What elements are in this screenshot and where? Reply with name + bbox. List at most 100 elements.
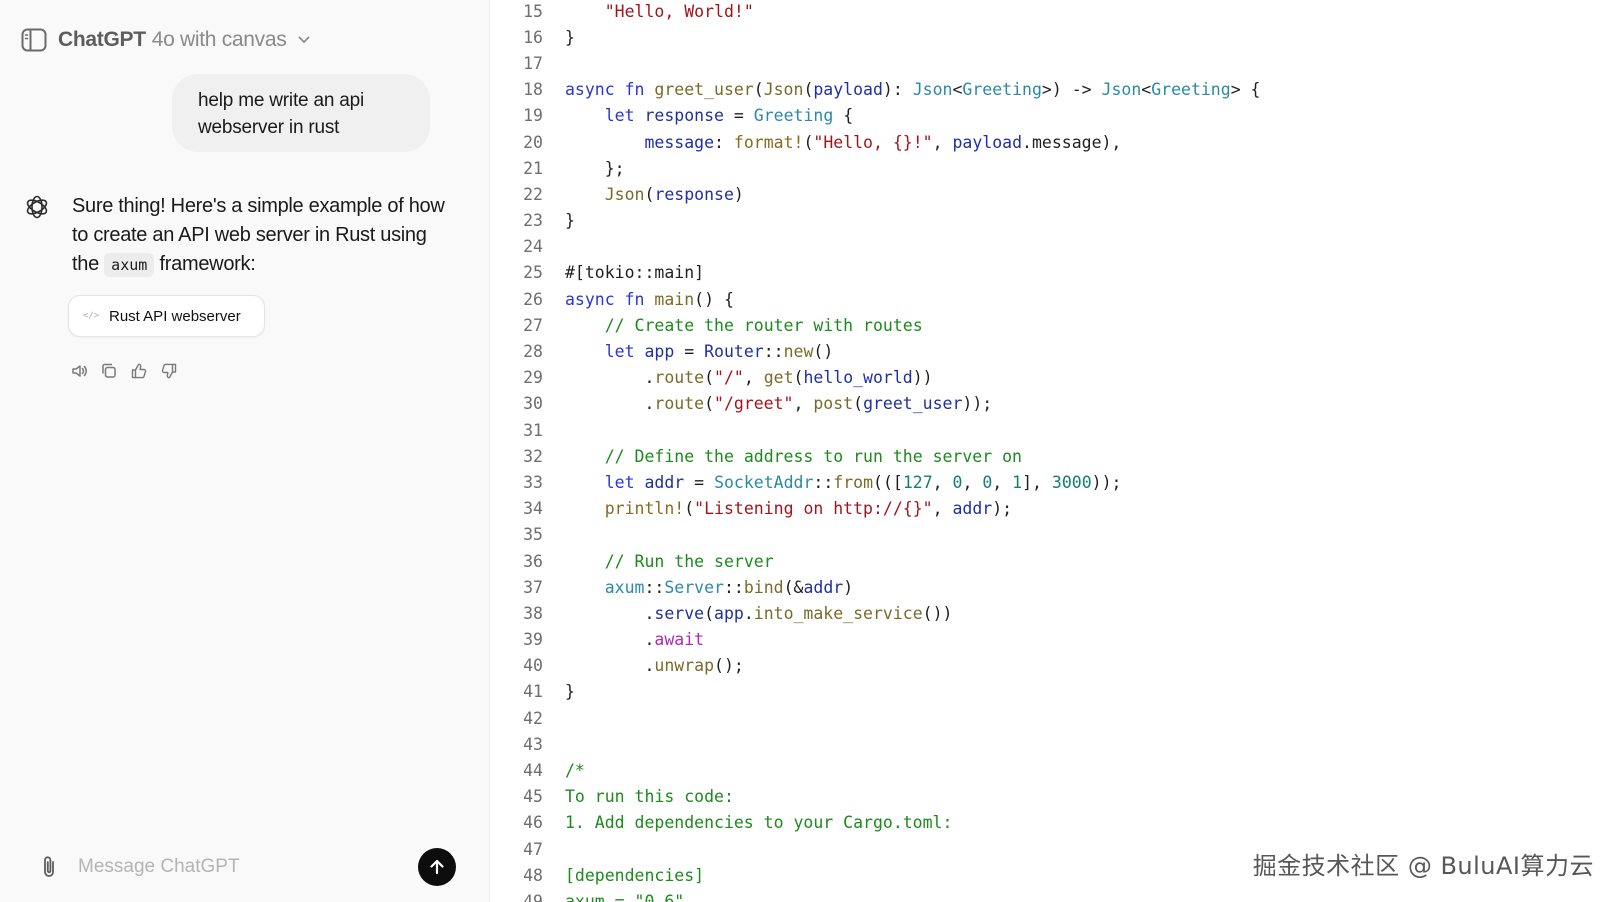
code-token: )	[733, 184, 744, 204]
read-aloud-button[interactable]	[70, 362, 88, 380]
code-text: }	[565, 682, 575, 701]
code-token: Json	[1101, 80, 1142, 100]
code-token: ))	[912, 368, 933, 388]
thumbs-up-button[interactable]	[130, 362, 148, 380]
code-token: hello_world	[803, 368, 913, 388]
code-text: .route("/", get(hello_world))	[565, 368, 933, 388]
code-text: [dependencies]	[565, 866, 704, 885]
code-token: .message),	[1022, 132, 1122, 152]
code-token: ())	[922, 603, 953, 623]
code-token: #[tokio::main]	[565, 263, 705, 283]
assistant-text-after: framework:	[154, 253, 256, 275]
code-token: =	[674, 342, 705, 362]
code-token: Json	[604, 184, 645, 204]
code-token: (([	[873, 472, 903, 492]
code-token: payload	[952, 132, 1023, 152]
code-token: app	[644, 342, 675, 362]
code-token: Json	[763, 80, 804, 100]
code-token: await	[654, 630, 705, 650]
code-canvas[interactable]: 15 "Hello, World!" 16} 17 18 async fn greet_…	[491, 0, 1612, 902]
code-token: ));	[962, 394, 993, 414]
code-token: ):	[882, 80, 913, 100]
code-line: 41}	[491, 679, 1612, 705]
code-token: from	[833, 472, 874, 492]
code-token: "Listening on http://{}"	[694, 499, 933, 519]
code-token: // Define the address to run the server …	[604, 446, 1022, 466]
attach-button[interactable]	[36, 854, 62, 880]
code-token: 1	[1012, 472, 1023, 492]
code-token: post	[813, 394, 854, 414]
code-text: // Create the router with routes	[565, 316, 923, 335]
code-token: 0	[982, 472, 993, 492]
code-line: 36 // Run the server	[491, 548, 1612, 574]
send-button[interactable]	[418, 848, 456, 886]
code-text: .serve(app.into_make_service())	[565, 604, 952, 623]
code-token: bind	[743, 577, 784, 597]
code-token: app	[714, 603, 744, 623]
code-token: response	[644, 106, 724, 126]
code-token: (	[803, 80, 814, 100]
code-text: // Run the server	[565, 552, 774, 571]
code-token: 127	[902, 472, 933, 492]
code-token: ::	[644, 577, 665, 597]
line-number: 42	[523, 708, 543, 728]
code-token: .	[565, 630, 655, 650]
code-line: 15 "Hello, World!"	[491, 0, 1612, 24]
line-number: 38	[523, 603, 543, 623]
sidebar-icon	[21, 28, 47, 52]
thumbs-down-button[interactable]	[160, 362, 178, 380]
model-selector[interactable]: ChatGPT 4o with canvas	[58, 28, 310, 52]
code-icon: </>	[83, 311, 100, 321]
code-token: > {	[1230, 80, 1261, 100]
code-token: addr	[644, 472, 685, 492]
line-number: 47	[523, 839, 543, 859]
copy-button[interactable]	[100, 362, 118, 380]
line-number: 22	[523, 184, 543, 204]
line-number: 45	[523, 787, 543, 807]
line-number: 31	[523, 420, 543, 440]
code-text: #[tokio::main]	[565, 263, 704, 282]
line-number: 23	[523, 211, 543, 231]
paperclip-icon	[44, 856, 54, 877]
line-number: 20	[523, 132, 543, 152]
code-token: let	[604, 342, 645, 362]
message-composer	[20, 836, 460, 898]
sidebar-toggle-button[interactable]	[20, 26, 48, 54]
code-token: <	[1141, 80, 1152, 100]
line-number: 30	[523, 394, 543, 414]
code-token: "Hello, World!"	[604, 1, 754, 21]
line-number: 24	[523, 237, 543, 257]
message-input[interactable]	[78, 856, 388, 878]
canvas-document-chip[interactable]: </> Rust API webserver	[68, 295, 265, 337]
code-token: (	[644, 184, 655, 204]
code-text: let addr = SocketAddr::from(([127, 0, 0,…	[565, 472, 1122, 492]
code-token: (	[753, 80, 764, 100]
code-token: );	[992, 499, 1013, 519]
chat-header: ChatGPT 4o with canvas	[20, 24, 310, 56]
code-token: () {	[694, 289, 734, 309]
code-token: into_make_service	[753, 603, 923, 623]
code-token: main	[654, 289, 695, 309]
code-editor[interactable]: 15 "Hello, World!" 16} 17 18 async fn greet_…	[491, 0, 1612, 902]
code-token: serve	[654, 603, 705, 623]
speaker-icon	[72, 365, 87, 377]
code-token: .	[743, 603, 754, 623]
code-line: 19 let response = Greeting {	[491, 103, 1612, 129]
code-line: 17	[491, 50, 1612, 76]
code-token: >) ->	[1041, 80, 1102, 100]
code-token: }	[565, 27, 575, 47]
code-line: 26 async fn main() {	[491, 286, 1612, 312]
code-token: .	[565, 394, 655, 414]
code-token: addr	[952, 499, 993, 519]
code-token: {	[833, 106, 854, 126]
code-token: Server	[664, 577, 724, 597]
line-number: 37	[523, 577, 543, 597]
code-line: 29 .route("/", get(hello_world))	[491, 365, 1612, 391]
code-token: ()	[813, 342, 834, 362]
line-number: 21	[523, 158, 543, 178]
code-line: 45 To run this code:	[491, 784, 1612, 810]
code-line: 33 let addr = SocketAddr::from(([127, 0,…	[491, 469, 1612, 495]
